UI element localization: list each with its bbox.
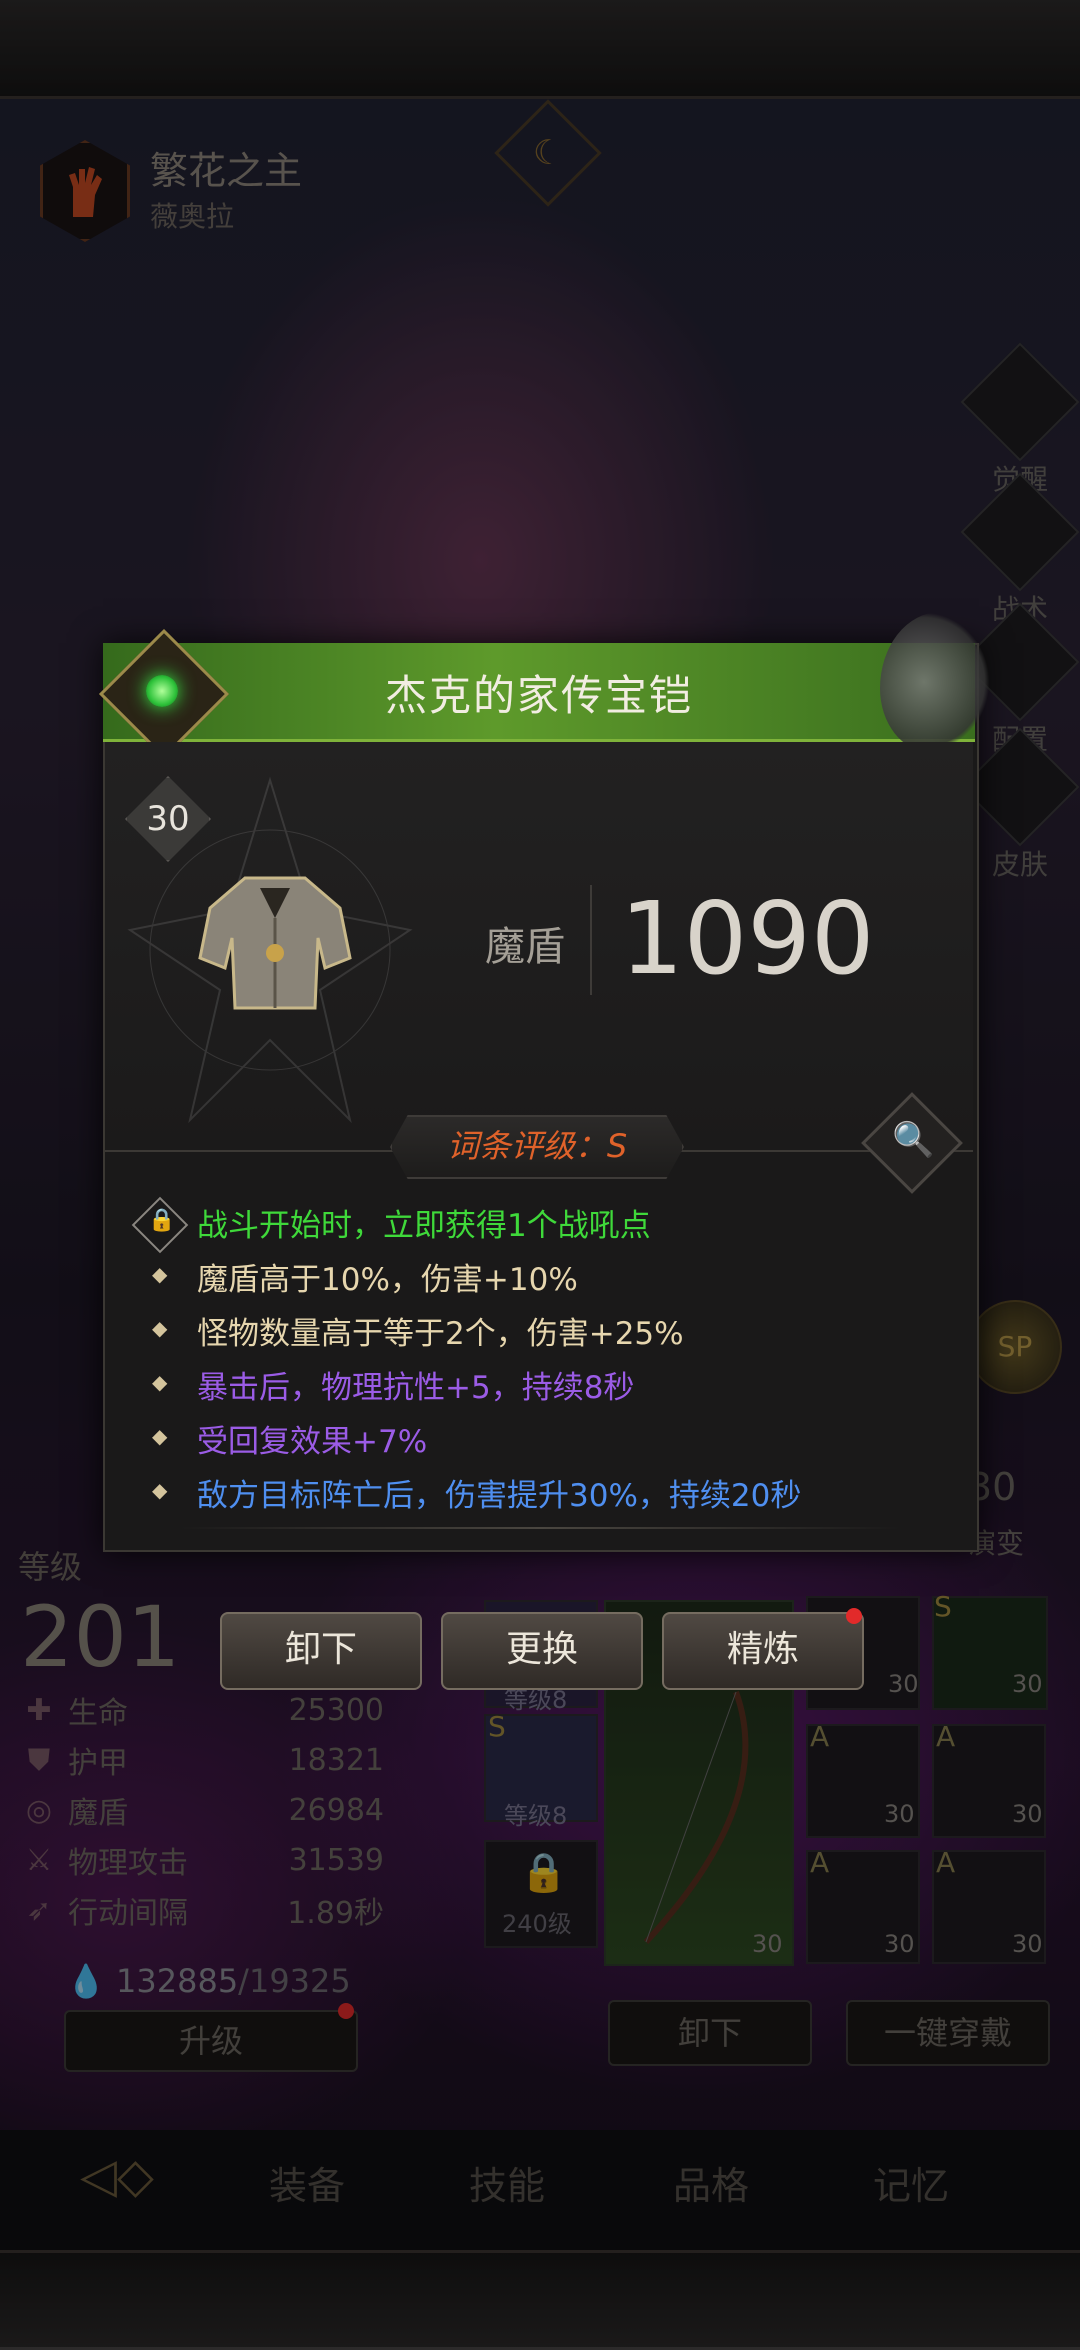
affix-line: 战斗开始时，立即获得1个战吼点 (197, 1208, 651, 1244)
bullet-diamond-icon: ◆ (152, 1424, 168, 1448)
bullet-diamond-icon: ◆ (152, 1262, 168, 1286)
modal-bottom-divider (180, 1527, 900, 1529)
affix-line: 受回复效果+7% (197, 1424, 428, 1460)
armor-icon (198, 876, 352, 1010)
affix-line: 怪物数量高于等于2个，伤害+25% (197, 1316, 684, 1352)
bullet-diamond-icon: ◆ (152, 1316, 168, 1340)
affix-rating-badge: 词条评级：S (390, 1115, 684, 1179)
refine-button[interactable]: 精炼 (662, 1612, 864, 1690)
main-stat-name: 魔盾 (485, 924, 565, 970)
unequip-button[interactable]: 卸下 (220, 1612, 422, 1690)
affix-line: 暴击后，物理抗性+5，持续8秒 (197, 1370, 635, 1406)
notification-dot (846, 1608, 862, 1624)
lock-glyph: 🔒 (148, 1208, 176, 1233)
bullet-diamond-icon: ◆ (152, 1370, 168, 1394)
stat-divider (590, 885, 592, 995)
item-title: 杰克的家传宝铠 (384, 671, 693, 720)
affix-line: 敌方目标阵亡后，伤害提升30%，持续20秒 (197, 1478, 802, 1514)
replace-button[interactable]: 更换 (441, 1612, 643, 1690)
affix-line: 魔盾高于10%，伤害+10% (197, 1262, 578, 1298)
main-stat-value: 1090 (620, 880, 875, 997)
bullet-diamond-icon: ◆ (152, 1478, 168, 1502)
search-icon[interactable]: 🔍 (892, 1120, 934, 1160)
